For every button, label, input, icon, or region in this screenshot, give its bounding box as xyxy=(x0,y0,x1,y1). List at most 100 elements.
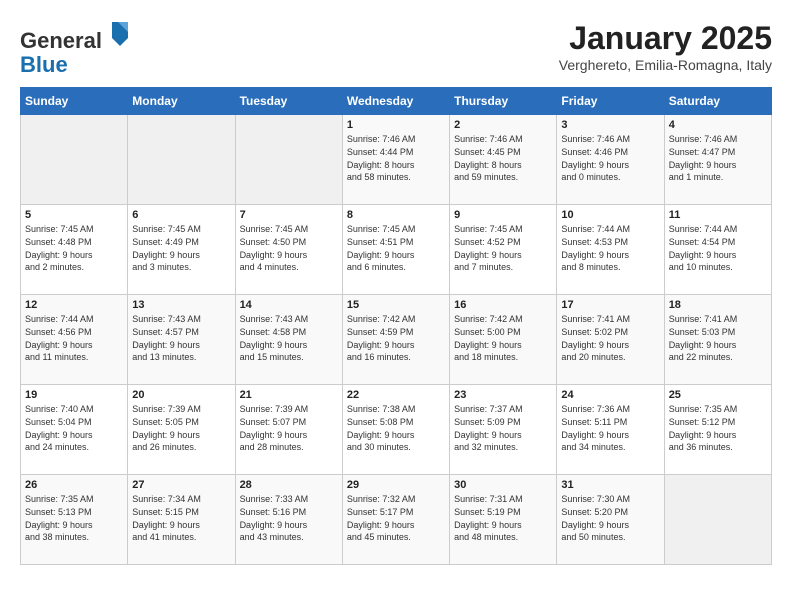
day-number: 22 xyxy=(347,389,445,401)
day-number: 31 xyxy=(561,479,659,491)
day-info: Sunrise: 7:41 AM Sunset: 5:03 PM Dayligh… xyxy=(669,313,767,363)
calendar-cell: 30Sunrise: 7:31 AM Sunset: 5:19 PM Dayli… xyxy=(450,475,557,565)
day-number: 25 xyxy=(669,389,767,401)
day-number: 27 xyxy=(132,479,230,491)
calendar-cell: 5 Sunrise: 7:45 AM Sunset: 4:48 PM Daylig… xyxy=(21,205,128,295)
day-info: Sunrise: 7:39 AM Sunset: 5:05 PM Dayligh… xyxy=(132,403,230,453)
calendar-week-row: 1 Sunrise: 7:46 AM Sunset: 4:44 PM Daylig… xyxy=(21,115,772,205)
calendar-cell: 13 Sunrise: 7:43 AM Sunset: 4:57 PM Dayli… xyxy=(128,295,235,385)
day-info: Sunrise: 7:46 AM Sunset: 4:45 PM Dayligh… xyxy=(454,133,552,183)
day-number: 18 xyxy=(669,299,767,311)
day-info: Sunrise: 7:30 AM Sunset: 5:20 PM Dayligh… xyxy=(561,493,659,543)
calendar-body: 1 Sunrise: 7:46 AM Sunset: 4:44 PM Daylig… xyxy=(21,115,772,565)
day-number: 26 xyxy=(25,479,123,491)
day-info: Sunrise: 7:40 AM Sunset: 5:04 PM Dayligh… xyxy=(25,403,123,453)
calendar-cell: 15Sunrise: 7:42 AM Sunset: 4:59 PM Dayli… xyxy=(342,295,449,385)
day-info: Sunrise: 7:31 AM Sunset: 5:19 PM Dayligh… xyxy=(454,493,552,543)
day-number: 1 xyxy=(347,119,445,131)
day-info: Sunrise: 7:36 AM Sunset: 5:11 PM Dayligh… xyxy=(561,403,659,453)
calendar-cell: 27Sunrise: 7:34 AM Sunset: 5:15 PM Dayli… xyxy=(128,475,235,565)
calendar-cell: 10 Sunrise: 7:44 AM Sunset: 4:53 PM Dayli… xyxy=(557,205,664,295)
day-number: 17 xyxy=(561,299,659,311)
day-number: 23 xyxy=(454,389,552,401)
weekday-header: Sunday xyxy=(21,88,128,115)
day-info: Sunrise: 7:39 AM Sunset: 5:07 PM Dayligh… xyxy=(240,403,338,453)
day-number: 6 xyxy=(132,209,230,221)
calendar-cell: 4 Sunrise: 7:46 AM Sunset: 4:47 PM Daylig… xyxy=(664,115,771,205)
day-number: 14 xyxy=(240,299,338,311)
day-number: 24 xyxy=(561,389,659,401)
calendar-cell xyxy=(664,475,771,565)
day-number: 12 xyxy=(25,299,123,311)
calendar-cell: 22Sunrise: 7:38 AM Sunset: 5:08 PM Dayli… xyxy=(342,385,449,475)
calendar-cell: 19 Sunrise: 7:40 AM Sunset: 5:04 PM Dayli… xyxy=(21,385,128,475)
calendar-cell: 11 Sunrise: 7:44 AM Sunset: 4:54 PM Dayli… xyxy=(664,205,771,295)
weekday-header: Friday xyxy=(557,88,664,115)
day-info: Sunrise: 7:46 AM Sunset: 4:46 PM Dayligh… xyxy=(561,133,659,183)
calendar-cell: 25 Sunrise: 7:35 AM Sunset: 5:12 PM Dayli… xyxy=(664,385,771,475)
logo-text: General xyxy=(20,20,130,53)
calendar-week-row: 26 Sunrise: 7:35 AM Sunset: 5:13 PM Dayli… xyxy=(21,475,772,565)
calendar-cell xyxy=(128,115,235,205)
day-info: Sunrise: 7:45 AM Sunset: 4:52 PM Dayligh… xyxy=(454,223,552,273)
day-info: Sunrise: 7:45 AM Sunset: 4:48 PM Dayligh… xyxy=(25,223,123,273)
calendar-table: SundayMondayTuesdayWednesdayThursdayFrid… xyxy=(20,87,772,565)
day-info: Sunrise: 7:32 AM Sunset: 5:17 PM Dayligh… xyxy=(347,493,445,543)
weekday-header: Wednesday xyxy=(342,88,449,115)
calendar-cell: 18 Sunrise: 7:41 AM Sunset: 5:03 PM Dayli… xyxy=(664,295,771,385)
day-info: Sunrise: 7:41 AM Sunset: 5:02 PM Dayligh… xyxy=(561,313,659,363)
day-info: Sunrise: 7:45 AM Sunset: 4:49 PM Dayligh… xyxy=(132,223,230,273)
calendar-cell: 7 Sunrise: 7:45 AM Sunset: 4:50 PM Daylig… xyxy=(235,205,342,295)
day-info: Sunrise: 7:45 AM Sunset: 4:50 PM Dayligh… xyxy=(240,223,338,273)
day-info: Sunrise: 7:35 AM Sunset: 5:13 PM Dayligh… xyxy=(25,493,123,543)
day-info: Sunrise: 7:35 AM Sunset: 5:12 PM Dayligh… xyxy=(669,403,767,453)
calendar-cell: 31 Sunrise: 7:30 AM Sunset: 5:20 PM Dayli… xyxy=(557,475,664,565)
calendar-cell: 29 Sunrise: 7:32 AM Sunset: 5:17 PM Dayli… xyxy=(342,475,449,565)
day-number: 19 xyxy=(25,389,123,401)
day-info: Sunrise: 7:46 AM Sunset: 4:44 PM Dayligh… xyxy=(347,133,445,183)
calendar-cell: 2 Sunrise: 7:46 AM Sunset: 4:45 PM Daylig… xyxy=(450,115,557,205)
calendar-cell: 3Sunrise: 7:46 AM Sunset: 4:46 PM Daylig… xyxy=(557,115,664,205)
calendar-cell: 12 Sunrise: 7:44 AM Sunset: 4:56 PM Dayli… xyxy=(21,295,128,385)
day-info: Sunrise: 7:44 AM Sunset: 4:53 PM Dayligh… xyxy=(561,223,659,273)
calendar-cell: 28Sunrise: 7:33 AM Sunset: 5:16 PM Dayli… xyxy=(235,475,342,565)
day-info: Sunrise: 7:43 AM Sunset: 4:57 PM Dayligh… xyxy=(132,313,230,363)
day-number: 10 xyxy=(561,209,659,221)
page-header: General Blue January 2025 Verghereto, Em… xyxy=(20,20,772,77)
calendar-week-row: 12 Sunrise: 7:44 AM Sunset: 4:56 PM Dayli… xyxy=(21,295,772,385)
day-number: 4 xyxy=(669,119,767,131)
day-info: Sunrise: 7:44 AM Sunset: 4:54 PM Dayligh… xyxy=(669,223,767,273)
location: Verghereto, Emilia-Romagna, Italy xyxy=(559,57,772,73)
weekday-header: Tuesday xyxy=(235,88,342,115)
calendar-cell: 24 Sunrise: 7:36 AM Sunset: 5:11 PM Dayli… xyxy=(557,385,664,475)
day-number: 2 xyxy=(454,119,552,131)
calendar-cell: 8 Sunrise: 7:45 AM Sunset: 4:51 PM Daylig… xyxy=(342,205,449,295)
day-info: Sunrise: 7:43 AM Sunset: 4:58 PM Dayligh… xyxy=(240,313,338,363)
day-info: Sunrise: 7:46 AM Sunset: 4:47 PM Dayligh… xyxy=(669,133,767,183)
calendar-cell: 14 Sunrise: 7:43 AM Sunset: 4:58 PM Dayli… xyxy=(235,295,342,385)
day-info: Sunrise: 7:33 AM Sunset: 5:16 PM Dayligh… xyxy=(240,493,338,543)
calendar-cell: 6 Sunrise: 7:45 AM Sunset: 4:49 PM Daylig… xyxy=(128,205,235,295)
day-number: 29 xyxy=(347,479,445,491)
title-block: January 2025 Verghereto, Emilia-Romagna,… xyxy=(559,20,772,73)
logo: General Blue xyxy=(20,20,130,77)
calendar-cell: 20 Sunrise: 7:39 AM Sunset: 5:05 PM Dayli… xyxy=(128,385,235,475)
day-number: 5 xyxy=(25,209,123,221)
calendar-cell: 23 Sunrise: 7:37 AM Sunset: 5:09 PM Dayli… xyxy=(450,385,557,475)
calendar-cell: 16Sunrise: 7:42 AM Sunset: 5:00 PM Dayli… xyxy=(450,295,557,385)
day-number: 15 xyxy=(347,299,445,311)
logo-blue-text: Blue xyxy=(20,52,68,77)
calendar-week-row: 5 Sunrise: 7:45 AM Sunset: 4:48 PM Daylig… xyxy=(21,205,772,295)
calendar-cell: 1 Sunrise: 7:46 AM Sunset: 4:44 PM Daylig… xyxy=(342,115,449,205)
day-number: 8 xyxy=(347,209,445,221)
day-number: 20 xyxy=(132,389,230,401)
day-info: Sunrise: 7:44 AM Sunset: 4:56 PM Dayligh… xyxy=(25,313,123,363)
day-number: 7 xyxy=(240,209,338,221)
day-number: 11 xyxy=(669,209,767,221)
day-number: 13 xyxy=(132,299,230,311)
day-info: Sunrise: 7:45 AM Sunset: 4:51 PM Dayligh… xyxy=(347,223,445,273)
calendar-cell: 17 Sunrise: 7:41 AM Sunset: 5:02 PM Dayli… xyxy=(557,295,664,385)
day-number: 21 xyxy=(240,389,338,401)
weekday-header: Thursday xyxy=(450,88,557,115)
day-info: Sunrise: 7:37 AM Sunset: 5:09 PM Dayligh… xyxy=(454,403,552,453)
